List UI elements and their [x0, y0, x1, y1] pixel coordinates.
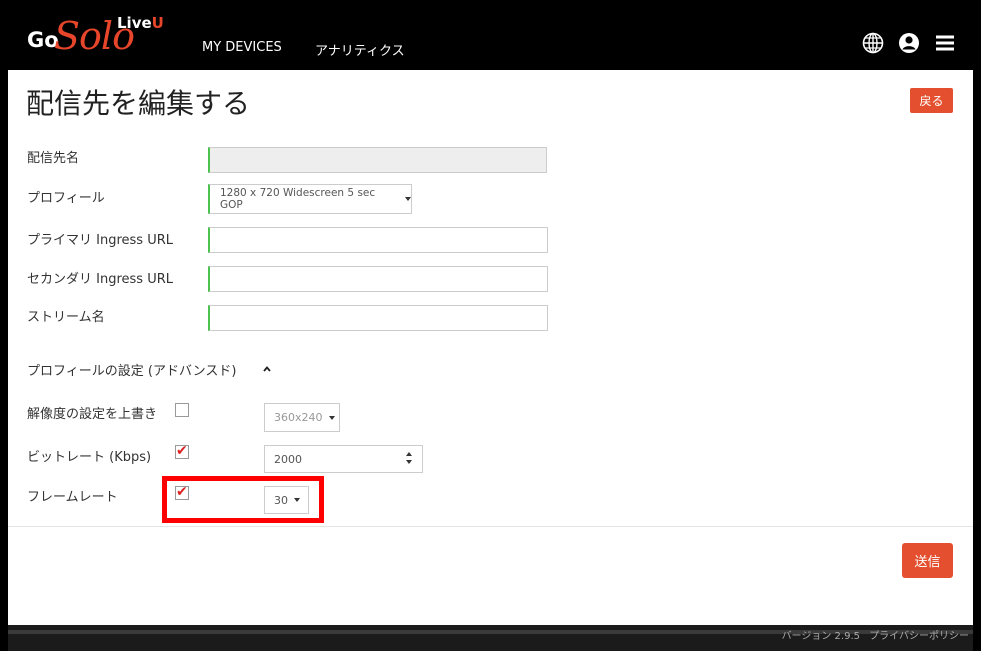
highlight-annotation-box [162, 476, 324, 523]
secondary-url-input[interactable] [208, 266, 548, 292]
profile-label: プロフィール [27, 191, 105, 206]
nav-analytics[interactable]: アナリティクス [315, 40, 405, 59]
submit-button[interactable]: 送信 [902, 543, 953, 578]
divider [8, 526, 973, 527]
footer-text: バージョン 2.9.5 プライバシーポリシー [782, 627, 969, 642]
resolution-override-checkbox[interactable] [175, 403, 189, 417]
caret-down-icon [328, 415, 335, 420]
destination-name-field[interactable] [208, 147, 547, 173]
user-icon[interactable] [898, 32, 920, 54]
back-button[interactable]: 戻る [910, 88, 953, 113]
bitrate-input-value: 2000 [274, 452, 302, 466]
page-title: 配信先を編集する [26, 87, 251, 120]
bitrate-input[interactable]: 2000 [264, 445, 423, 473]
spinner-arrows-icon[interactable] [404, 448, 414, 468]
primary-url-input[interactable] [208, 227, 548, 253]
resolution-override-label: 解像度の設定を上書き [27, 407, 158, 422]
privacy-policy-link[interactable]: プライバシーポリシー [869, 631, 969, 642]
profile-select-value: 1280 x 720 Widescreen 5 sec GOP [220, 187, 376, 211]
checkmark-icon: ✔ [176, 443, 188, 459]
globe-icon[interactable] [862, 32, 884, 54]
logo[interactable]: Go Solo LiveU [0, 0, 170, 70]
menu-icon[interactable] [934, 32, 956, 54]
resolution-select[interactable]: 360x240 [264, 403, 340, 432]
advanced-section-title[interactable]: プロフィールの設定 (アドバンスド) [27, 360, 236, 379]
stream-name-label: ストリーム名 [27, 310, 105, 325]
stream-name-input[interactable] [208, 305, 548, 331]
bitrate-label: ビットレート (Kbps) [27, 450, 152, 465]
logo-liveu-text: LiveU [117, 14, 164, 32]
destination-name-label: 配信先名 [27, 151, 80, 166]
primary-url-label: プライマリ Ingress URL [27, 233, 173, 248]
resolution-select-value: 360x240 [274, 411, 323, 424]
version-text: バージョン 2.9.5 [781, 631, 860, 642]
bitrate-checkbox[interactable]: ✔ [175, 443, 189, 459]
nav-my-devices[interactable]: MY DEVICES [202, 40, 282, 55]
chevron-up-icon[interactable] [263, 365, 271, 373]
profile-select[interactable]: 1280 x 720 Widescreen 5 sec GOP [208, 184, 412, 214]
framerate-label: フレームレート [27, 490, 118, 505]
secondary-url-label: セカンダリ Ingress URL [27, 272, 173, 287]
caret-down-icon [405, 197, 411, 201]
